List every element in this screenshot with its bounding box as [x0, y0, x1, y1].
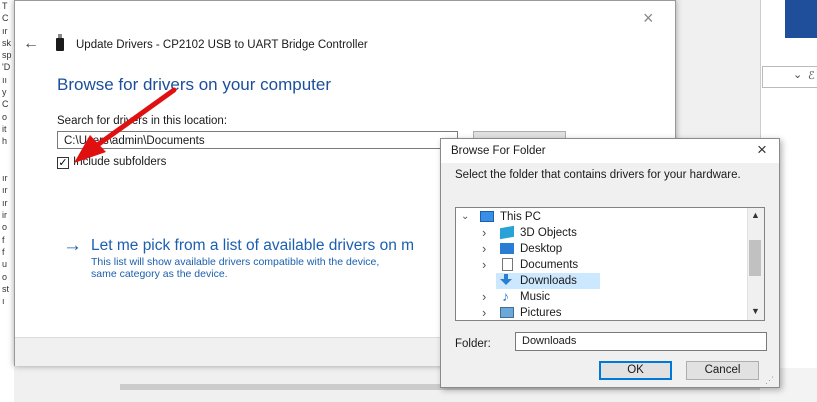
scroll-down-icon[interactable]: ▼	[751, 306, 760, 316]
chevron-right-icon[interactable]: ›	[482, 305, 486, 320]
folder-input[interactable]: Downloads	[515, 332, 767, 351]
tree-item-label: Desktop	[520, 243, 563, 255]
tree-item-this-pc[interactable]: ⌄ This PC	[456, 209, 746, 225]
tree-item-label: Documents	[520, 259, 579, 271]
chevron-right-icon[interactable]: ›	[482, 257, 486, 273]
ok-button[interactable]: OK	[599, 361, 672, 380]
dialog-title: Browse For Folder	[451, 145, 546, 157]
tree-item-documents[interactable]: › Documents	[456, 257, 746, 273]
folder-label: Folder:	[455, 338, 491, 350]
instruction-text: Select the folder that contains drivers …	[455, 169, 741, 181]
tree-item-label: Downloads	[520, 275, 577, 287]
chevron-down-icon[interactable]: ⌄	[461, 209, 469, 225]
desktop-icon	[500, 243, 514, 254]
tree-item-label: Pictures	[520, 307, 562, 319]
scroll-up-icon[interactable]: ▲	[751, 210, 760, 220]
close-icon[interactable]: ×	[757, 141, 767, 159]
resize-grip-icon[interactable]: ⋰	[765, 375, 774, 386]
tree-item-music[interactable]: › ♪ Music	[456, 289, 746, 305]
tree-item-label: 3D Objects	[520, 227, 577, 239]
tree-item-label: Music	[520, 291, 551, 303]
chevron-right-icon[interactable]: ›	[482, 225, 486, 241]
tree-item-pictures[interactable]: › Pictures	[456, 305, 746, 320]
tree-item-desktop[interactable]: › Desktop	[456, 241, 746, 257]
scrollbar-thumb[interactable]	[749, 240, 761, 276]
pictures-icon	[500, 307, 514, 318]
tree-item-label: This PC	[500, 211, 541, 223]
downloads-icon	[500, 274, 512, 286]
documents-icon	[502, 258, 513, 271]
music-icon: ♪	[502, 288, 509, 304]
browse-for-folder-dialog: Browse For Folder × Select the folder th…	[440, 138, 780, 388]
3d-objects-icon	[500, 225, 514, 240]
tree-item-downloads[interactable]: Downloads	[496, 273, 600, 289]
tree-item-3d-objects[interactable]: › 3D Objects	[456, 225, 746, 241]
chevron-right-icon[interactable]: ›	[482, 289, 486, 305]
arrow-down-icon	[500, 274, 512, 285]
folder-tree[interactable]: ⌄ This PC › 3D Objects › Desktop › Docum…	[455, 207, 765, 321]
cancel-button[interactable]: Cancel	[686, 361, 759, 380]
pc-icon	[480, 211, 494, 222]
chevron-right-icon[interactable]: ›	[482, 241, 486, 257]
